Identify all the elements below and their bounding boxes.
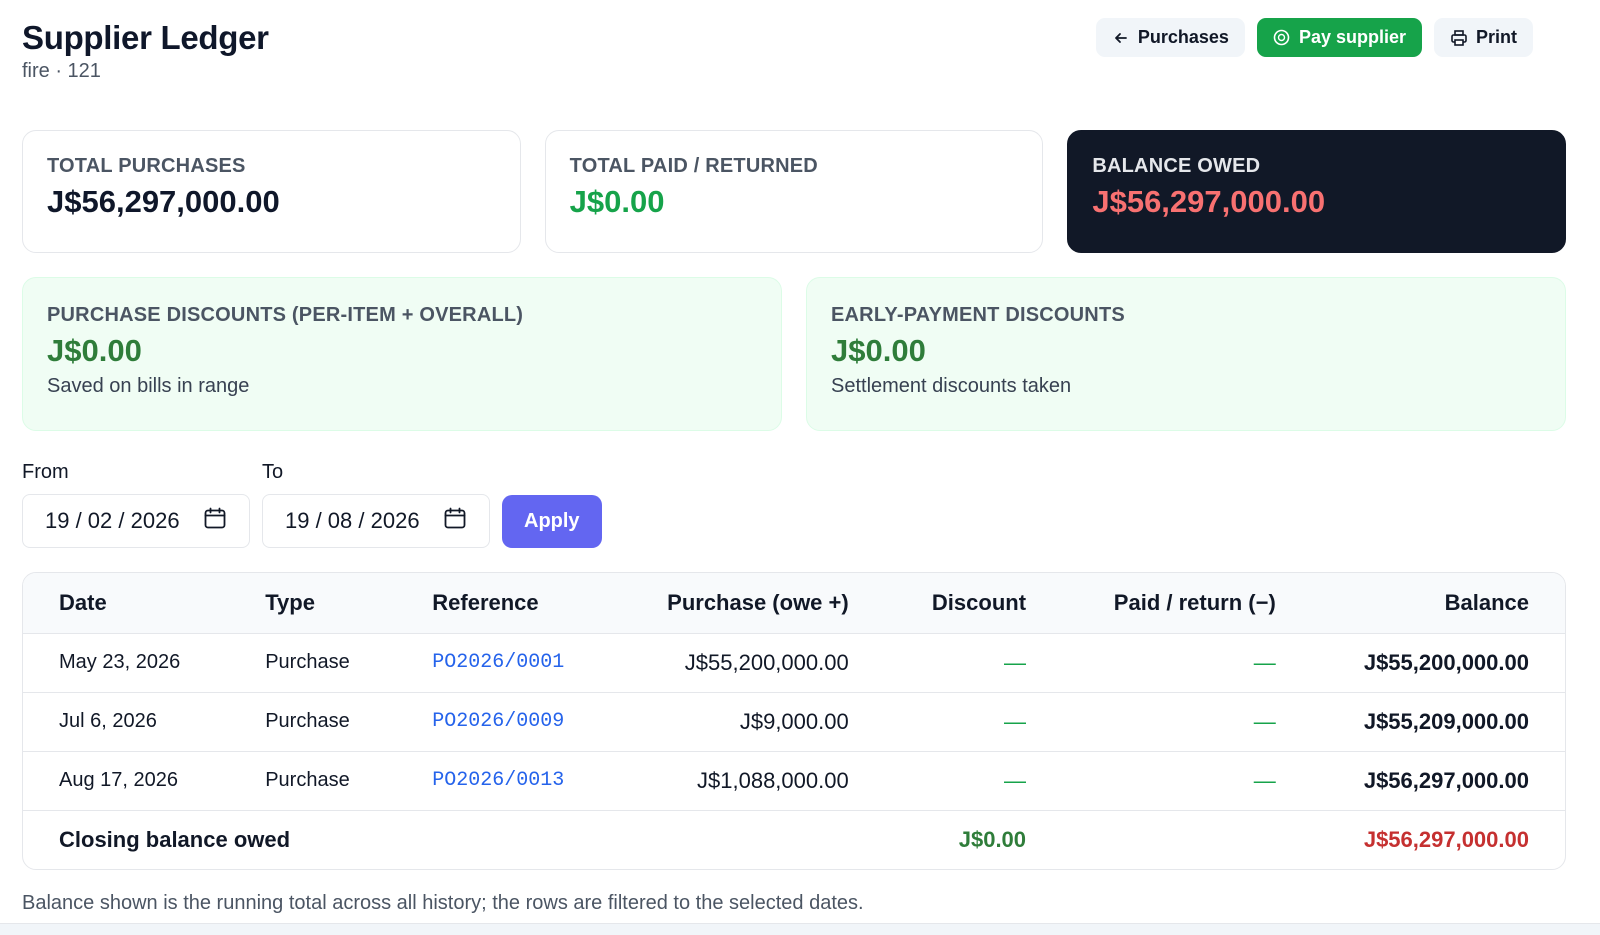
summary-cards: TOTAL PURCHASES J$56,297,000.00 TOTAL PA… [22, 130, 1567, 253]
purchases-button[interactable]: Purchases [1095, 18, 1245, 57]
title-block: Supplier Ledger fire · 121 [22, 18, 269, 83]
closing-row: Closing balance owed J$0.00 J$56,297,000… [23, 810, 1565, 869]
purchase-discounts-value: J$0.00 [47, 333, 142, 368]
row-balance: J$55,209,000.00 [1311, 692, 1565, 752]
row-discount: — [884, 751, 1063, 811]
col-paid: Paid / return (−) [1062, 573, 1312, 634]
row-type: Purchase [229, 633, 397, 693]
col-date: Date [23, 573, 230, 634]
purchases-button-label: Purchases [1137, 27, 1229, 47]
row-paid: — [1062, 692, 1312, 752]
balance-owed-label: BALANCE OWED [1092, 155, 1261, 177]
page-subtitle: fire · 121 [22, 60, 101, 82]
to-label: To [262, 461, 284, 483]
pay-supplier-button-label: Pay supplier [1298, 27, 1406, 47]
bottom-bar [0, 923, 1600, 935]
early-payment-discounts-label: EARLY-PAYMENT DISCOUNTS [831, 304, 1125, 326]
discount-cards: PURCHASE DISCOUNTS (PER-ITEM + OVERALL) … [22, 277, 1566, 431]
page-title: Supplier Ledger [22, 19, 269, 56]
row-reference-link[interactable]: PO2026/0001 [396, 633, 615, 693]
col-discount: Discount [884, 573, 1063, 634]
row-type: Purchase [229, 751, 397, 811]
purchase-discounts-label: PURCHASE DISCOUNTS (PER-ITEM + OVERALL) [47, 304, 524, 326]
print-button-label: Print [1475, 27, 1517, 47]
row-type: Purchase [229, 692, 397, 752]
row-balance: J$56,297,000.00 [1311, 751, 1565, 811]
balance-note: Balance shown is the running total acros… [22, 892, 864, 914]
total-paid-card: TOTAL PAID / RETURNED J$0.00 [544, 130, 1044, 253]
total-purchases-value: J$56,297,000.00 [47, 184, 280, 219]
from-date-value: 19 / 02 / 2026 [45, 508, 180, 533]
total-purchases-label: TOTAL PURCHASES [47, 155, 246, 177]
closing-label: Closing balance owed [59, 826, 291, 852]
arrow-left-icon [1112, 29, 1130, 47]
purchase-discounts-note: Saved on bills in range [47, 375, 250, 397]
apply-button[interactable]: Apply [502, 495, 602, 548]
calendar-icon[interactable] [203, 506, 227, 536]
purchase-discounts-card: PURCHASE DISCOUNTS (PER-ITEM + OVERALL) … [22, 277, 782, 431]
print-button[interactable]: Print [1433, 18, 1533, 57]
to-date-value: 19 / 08 / 2026 [285, 508, 420, 533]
from-field: From 19 / 02 / 2026 [22, 461, 250, 548]
early-payment-discounts-card: EARLY-PAYMENT DISCOUNTS J$0.00 Settlemen… [806, 277, 1566, 431]
col-reference: Reference [396, 573, 615, 634]
total-purchases-card: TOTAL PURCHASES J$56,297,000.00 [22, 130, 521, 253]
col-balance: Balance [1311, 573, 1565, 634]
total-paid-label: TOTAL PAID / RETURNED [569, 155, 818, 177]
row-purchase: J$55,200,000.00 [614, 633, 885, 693]
col-type: Type [229, 573, 397, 634]
table-row: May 23, 2026 Purchase PO2026/0001 J$55,2… [23, 633, 1565, 693]
row-date: Jul 6, 2026 [23, 692, 230, 752]
total-paid-value: J$0.00 [569, 184, 665, 219]
row-paid: — [1062, 633, 1312, 693]
closing-paid [1062, 810, 1312, 869]
row-reference-link[interactable]: PO2026/0013 [396, 751, 615, 811]
row-reference-link[interactable]: PO2026/0009 [396, 692, 615, 752]
closing-purchase [614, 810, 885, 869]
balance-owed-card: BALANCE OWED J$56,297,000.00 [1067, 130, 1567, 253]
row-discount: — [884, 692, 1063, 752]
header-actions: Purchases Pay supplier Print [1095, 18, 1533, 57]
pay-supplier-button[interactable]: Pay supplier [1256, 18, 1422, 57]
closing-balance: J$56,297,000.00 [1363, 826, 1529, 852]
early-payment-discounts-note: Settlement discounts taken [831, 375, 1072, 397]
row-date: May 23, 2026 [23, 633, 230, 693]
early-payment-discounts-value: J$0.00 [831, 333, 926, 368]
supplier-ledger-page: Supplier Ledger fire · 121 Purchases Pay… [0, 0, 1600, 915]
date-filters: From 19 / 02 / 2026 To 19 / 08 / 2026 Ap… [22, 461, 1578, 548]
balance-owed-value: J$56,297,000.00 [1092, 184, 1326, 219]
to-field: To 19 / 08 / 2026 [262, 461, 490, 548]
page-header: Supplier Ledger fire · 121 Purchases Pay… [22, 18, 1578, 110]
row-discount: — [884, 633, 1063, 693]
coin-icon [1273, 29, 1291, 47]
row-purchase: J$1,088,000.00 [614, 751, 885, 811]
row-date: Aug 17, 2026 [23, 751, 230, 811]
row-balance: J$55,200,000.00 [1311, 633, 1565, 693]
ledger-table: Date Type Reference Purchase (owe +) Dis… [22, 572, 1566, 870]
calendar-icon[interactable] [443, 506, 467, 536]
col-purchase: Purchase (owe +) [614, 573, 885, 634]
row-purchase: J$9,000.00 [614, 692, 885, 752]
from-date-input[interactable]: 19 / 02 / 2026 [22, 494, 250, 548]
printer-icon [1450, 29, 1468, 47]
closing-discount: J$0.00 [958, 826, 1027, 852]
row-paid: — [1062, 751, 1312, 811]
table-header-row: Date Type Reference Purchase (owe +) Dis… [23, 573, 1565, 634]
table-row: Jul 6, 2026 Purchase PO2026/0009 J$9,000… [23, 692, 1565, 752]
from-label: From [22, 461, 69, 483]
to-date-input[interactable]: 19 / 08 / 2026 [262, 494, 490, 548]
table-row: Aug 17, 2026 Purchase PO2026/0013 J$1,08… [23, 751, 1565, 811]
